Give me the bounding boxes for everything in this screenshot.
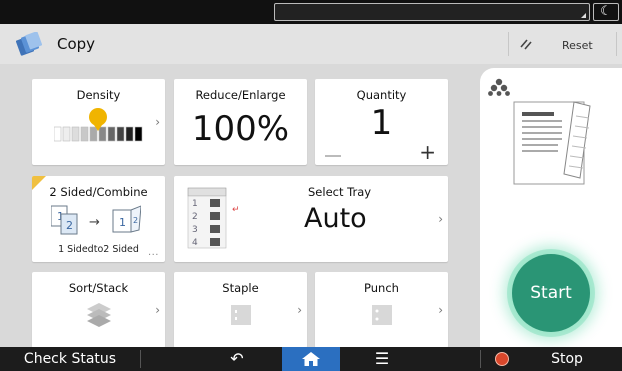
start-button[interactable]: Start [512, 254, 590, 332]
select-tray-title: Select Tray [308, 185, 372, 199]
staple-title: Staple [222, 281, 259, 295]
divider [616, 32, 617, 56]
sort-stack-tile[interactable]: Sort/Stack › [32, 272, 165, 348]
chevron-right-icon: › [155, 115, 160, 129]
svg-text:→: → [89, 215, 100, 230]
stack-icon [87, 303, 111, 327]
divider [508, 32, 509, 56]
chevron-right-icon: › [297, 303, 302, 317]
stop-icon [495, 352, 509, 366]
app-header: Copy Reset [0, 24, 622, 64]
more-icon: ··· [147, 250, 159, 261]
bottom-bar: Check Status ↶ ☰ Stop [0, 347, 622, 371]
divider [140, 350, 141, 368]
density-tile[interactable]: Density › [32, 79, 165, 165]
tray-number: 3 [192, 225, 198, 235]
reduce-enlarge-value: 100% [191, 109, 290, 149]
select-tray-tile[interactable]: Select Tray 1 2 3 4 ↵ Auto › [174, 176, 448, 262]
duplex-icon: 1 2 → 1 2 [51, 205, 141, 235]
punch-tile[interactable]: Punch › [315, 272, 448, 348]
density-title: Density [76, 88, 121, 102]
chevron-right-icon: › [438, 303, 443, 317]
moon-icon: ☾ [600, 4, 612, 19]
staple-tile[interactable]: Staple › [174, 272, 307, 348]
page-b-label: 2 [66, 219, 73, 232]
punch-title: Punch [364, 281, 399, 295]
density-scale-icon [54, 108, 143, 142]
quantity-value: 1 [370, 103, 393, 143]
chevron-right-icon: › [155, 303, 160, 317]
staple-icon [231, 305, 251, 325]
reset-icon[interactable] [519, 37, 533, 51]
svg-text:↵: ↵ [232, 205, 240, 215]
home-icon [302, 352, 320, 366]
page-d-label: 2 [133, 216, 138, 225]
two-sided-subtitle: 1 Sidedto2 Sided [58, 244, 139, 255]
reduce-enlarge-title: Reduce/Enlarge [195, 88, 286, 102]
divider [480, 350, 481, 368]
tray-number: 4 [192, 238, 198, 248]
check-status-button[interactable]: Check Status [0, 347, 140, 371]
tray-number: 2 [192, 212, 198, 222]
quantity-title: Quantity [356, 88, 407, 102]
tray-number: 1 [192, 199, 198, 209]
top-bar: ☾ [0, 0, 622, 24]
menu-icon[interactable]: ☰ [360, 347, 404, 371]
two-sided-title: 2 Sided/Combine [49, 185, 148, 199]
paper-tray-icon: 1 2 3 4 ↵ [187, 187, 240, 249]
reset-button[interactable]: Reset [562, 39, 593, 52]
copy-app-icon [16, 32, 42, 56]
select-tray-value: Auto [304, 203, 367, 234]
decrease-button[interactable] [325, 155, 341, 157]
toner-dots-icon [488, 78, 510, 96]
document-preview-icon [513, 101, 591, 185]
reduce-enlarge-tile[interactable]: Reduce/Enlarge 100% [174, 79, 307, 165]
page-c-label: 1 [119, 216, 126, 229]
home-button[interactable] [282, 347, 340, 371]
resize-corner-icon [581, 13, 586, 18]
quantity-tile[interactable]: Quantity 1 + [315, 79, 448, 165]
back-icon[interactable]: ↶ [215, 347, 259, 371]
energy-saver-button[interactable]: ☾ [593, 3, 619, 21]
stop-button[interactable]: Stop [525, 347, 609, 371]
two-sided-tile[interactable]: 2 Sided/Combine 1 2 → 1 2 1 Sidedto2 Sid… [32, 176, 165, 262]
increase-button[interactable]: + [419, 142, 436, 162]
punch-icon [372, 305, 392, 325]
message-field[interactable] [274, 3, 590, 21]
chevron-right-icon: › [438, 212, 443, 226]
app-title: Copy [57, 35, 96, 53]
sort-stack-title: Sort/Stack [68, 281, 129, 295]
